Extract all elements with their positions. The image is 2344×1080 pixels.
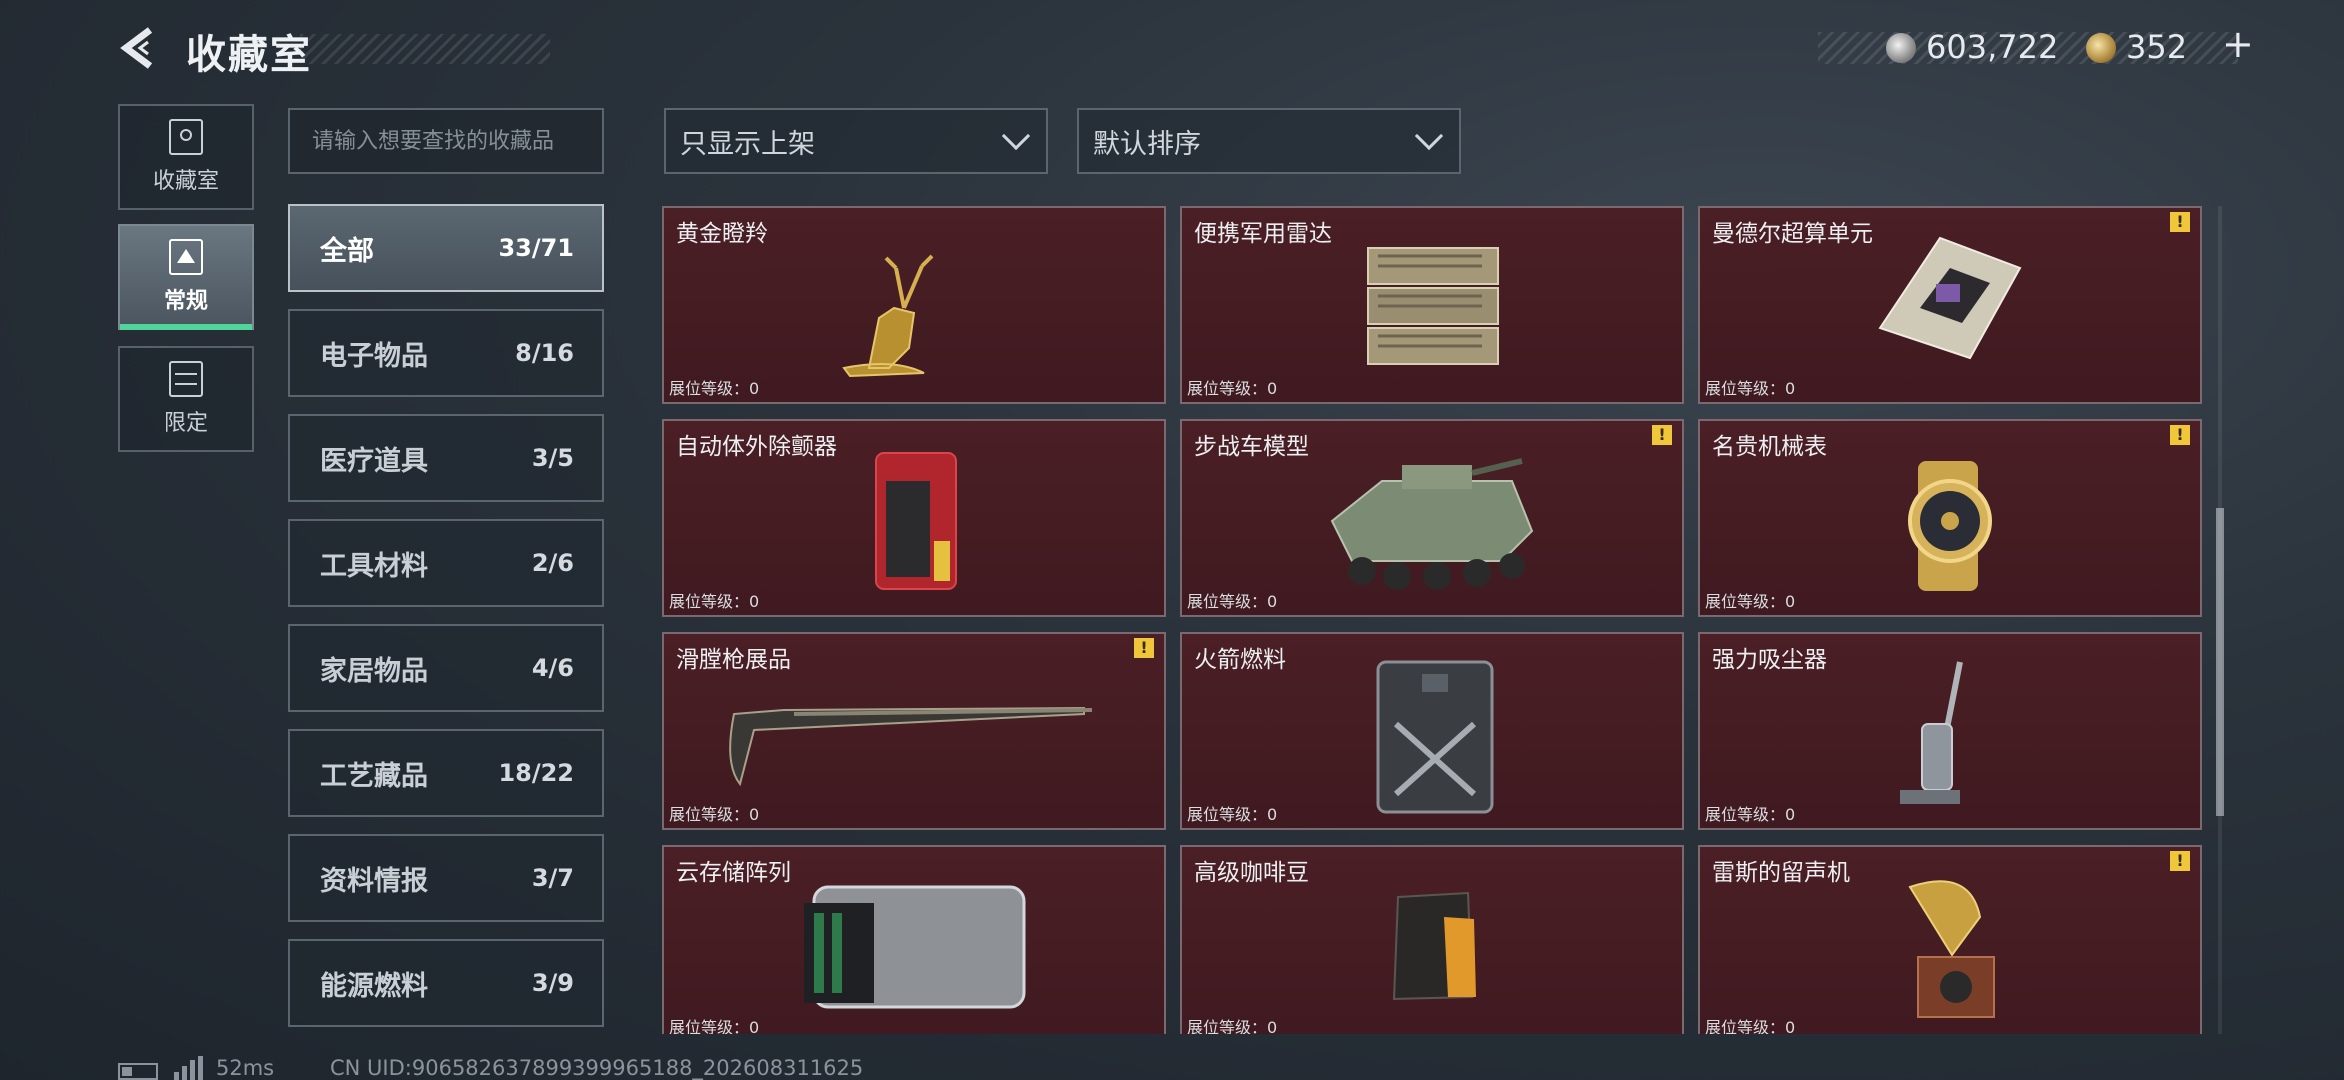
ping-readout: 52ms bbox=[216, 1056, 275, 1080]
category-count: 3/9 bbox=[531, 969, 574, 997]
category-household[interactable]: 家居物品 4/6 bbox=[288, 624, 604, 712]
category-count: 2/6 bbox=[531, 549, 574, 577]
category-count: 8/16 bbox=[515, 339, 574, 367]
item-level: 展位等级：0 bbox=[1187, 592, 1278, 611]
tab-label: 限定 bbox=[163, 411, 208, 436]
item-name: 高级咖啡豆 bbox=[1194, 860, 1309, 886]
currency-amount-secondary: 352 bbox=[2126, 28, 2188, 66]
item-name: 雷斯的留声机 bbox=[1712, 860, 1850, 886]
limited-display-icon bbox=[169, 361, 203, 397]
item-level: 展位等级：0 bbox=[1705, 379, 1796, 398]
collection-card[interactable]: 高级咖啡豆 展位等级：0 bbox=[1180, 845, 1684, 1034]
warning-badge: ! bbox=[1652, 425, 1672, 445]
collection-card[interactable]: 强力吸尘器 展位等级：0 bbox=[1698, 632, 2202, 830]
warning-badge: ! bbox=[2170, 851, 2190, 871]
collection-card[interactable]: 火箭燃料 展位等级：0 bbox=[1180, 632, 1684, 830]
category-name: 医疗道具 bbox=[320, 445, 428, 477]
item-name: 滑膛枪展品 bbox=[676, 647, 791, 673]
category-name: 全部 bbox=[320, 235, 374, 267]
collection-card[interactable]: 便携军用雷达 展位等级：0 bbox=[1180, 206, 1684, 404]
category-intel[interactable]: 资料情报 3/7 bbox=[288, 834, 604, 922]
category-tools[interactable]: 工具材料 2/6 bbox=[288, 519, 604, 607]
category-name: 工具材料 bbox=[320, 550, 428, 582]
collection-card[interactable]: 自动体外除颤器 展位等级：0 bbox=[662, 419, 1166, 617]
item-name: 自动体外除颤器 bbox=[676, 434, 837, 460]
title-decoration bbox=[300, 34, 550, 64]
category-name: 资料情报 bbox=[320, 865, 428, 897]
item-name: 步战车模型 bbox=[1194, 434, 1309, 460]
add-currency-button[interactable]: + bbox=[2222, 22, 2254, 66]
item-level: 展位等级：0 bbox=[669, 1018, 760, 1034]
collection-card[interactable]: ! 曼德尔超算单元 展位等级：0 bbox=[1698, 206, 2202, 404]
tab-limited[interactable]: 限定 bbox=[118, 346, 254, 452]
tab-collection-room[interactable]: 收藏室 bbox=[118, 104, 254, 210]
tab-label: 常规 bbox=[163, 289, 208, 314]
chevron-down-icon bbox=[1001, 121, 1031, 151]
item-name: 便携军用雷达 bbox=[1194, 221, 1332, 247]
item-name: 黄金瞪羚 bbox=[676, 221, 768, 247]
collection-card[interactable]: ! 雷斯的留声机 展位等级：0 bbox=[1698, 845, 2202, 1034]
item-level: 展位等级：0 bbox=[1187, 379, 1278, 398]
category-name: 能源燃料 bbox=[320, 970, 428, 1002]
currency-amount-primary: 603,722 bbox=[1926, 28, 2059, 66]
warning-badge: ! bbox=[2170, 425, 2190, 445]
category-energy[interactable]: 能源燃料 3/9 bbox=[288, 939, 604, 1027]
show-filter-value: 只显示上架 bbox=[680, 128, 815, 160]
search-input[interactable] bbox=[288, 108, 604, 174]
item-name: 火箭燃料 bbox=[1194, 647, 1286, 673]
page-title: 收藏室 bbox=[186, 32, 312, 78]
category-count: 3/5 bbox=[531, 444, 574, 472]
battery-level-fill bbox=[122, 1067, 132, 1076]
gold-coin-icon bbox=[2086, 33, 2116, 63]
item-level: 展位等级：0 bbox=[669, 805, 760, 824]
sort-value: 默认排序 bbox=[1093, 128, 1201, 160]
collection-card[interactable]: 云存储阵列 展位等级：0 bbox=[662, 845, 1166, 1034]
collection-card[interactable]: ! 名贵机械表 展位等级：0 bbox=[1698, 419, 2202, 617]
category-name: 家居物品 bbox=[320, 655, 428, 687]
item-name: 强力吸尘器 bbox=[1712, 647, 1827, 673]
collection-card[interactable]: ! 步战车模型 展位等级：0 bbox=[1180, 419, 1684, 617]
item-level: 展位等级：0 bbox=[1705, 592, 1796, 611]
signal-icon bbox=[174, 1056, 203, 1080]
category-count: 33/71 bbox=[498, 234, 574, 262]
collection-card[interactable]: 黄金瞪羚 展位等级：0 bbox=[662, 206, 1166, 404]
collection-grid: 黄金瞪羚 展位等级：0 便携军用雷达 展位等级：0 ! 曼德尔超算单元 展位等级… bbox=[662, 206, 2210, 1034]
category-count: 18/22 bbox=[498, 759, 574, 787]
warning-badge: ! bbox=[2170, 212, 2190, 232]
item-level: 展位等级：0 bbox=[1187, 1018, 1278, 1034]
category-count: 3/7 bbox=[531, 864, 574, 892]
item-level: 展位等级：0 bbox=[1705, 805, 1796, 824]
collection-room-icon bbox=[169, 119, 203, 155]
item-name: 曼德尔超算单元 bbox=[1712, 221, 1873, 247]
active-tab-indicator bbox=[120, 324, 252, 330]
item-name: 名贵机械表 bbox=[1712, 434, 1827, 460]
warning-badge: ! bbox=[1134, 638, 1154, 658]
item-level: 展位等级：0 bbox=[1705, 1018, 1796, 1034]
category-crafts[interactable]: 工艺藏品 18/22 bbox=[288, 729, 604, 817]
chevron-down-icon bbox=[1414, 121, 1444, 151]
collection-card[interactable]: ! 滑膛枪展品 展位等级：0 bbox=[662, 632, 1166, 830]
item-level: 展位等级：0 bbox=[1187, 805, 1278, 824]
category-electronics[interactable]: 电子物品 8/16 bbox=[288, 309, 604, 397]
category-count: 4/6 bbox=[531, 654, 574, 682]
user-uid: CN UID:906582637899399965188_20260831162… bbox=[330, 1056, 864, 1080]
sort-dropdown[interactable]: 默认排序 bbox=[1077, 108, 1461, 174]
regular-display-icon bbox=[169, 239, 203, 275]
item-level: 展位等级：0 bbox=[669, 592, 760, 611]
item-level: 展位等级：0 bbox=[669, 379, 760, 398]
tab-regular[interactable]: 常规 bbox=[118, 224, 254, 330]
silver-coin-icon bbox=[1886, 33, 1916, 63]
category-name: 电子物品 bbox=[320, 340, 428, 372]
category-all[interactable]: 全部 33/71 bbox=[288, 204, 604, 292]
show-filter-dropdown[interactable]: 只显示上架 bbox=[664, 108, 1048, 174]
category-medical[interactable]: 医疗道具 3/5 bbox=[288, 414, 604, 502]
scrollbar-thumb[interactable] bbox=[2216, 508, 2224, 816]
tab-label: 收藏室 bbox=[152, 169, 219, 194]
back-arrow-icon[interactable] bbox=[118, 26, 158, 70]
item-name: 云存储阵列 bbox=[676, 860, 791, 886]
category-name: 工艺藏品 bbox=[320, 760, 428, 792]
